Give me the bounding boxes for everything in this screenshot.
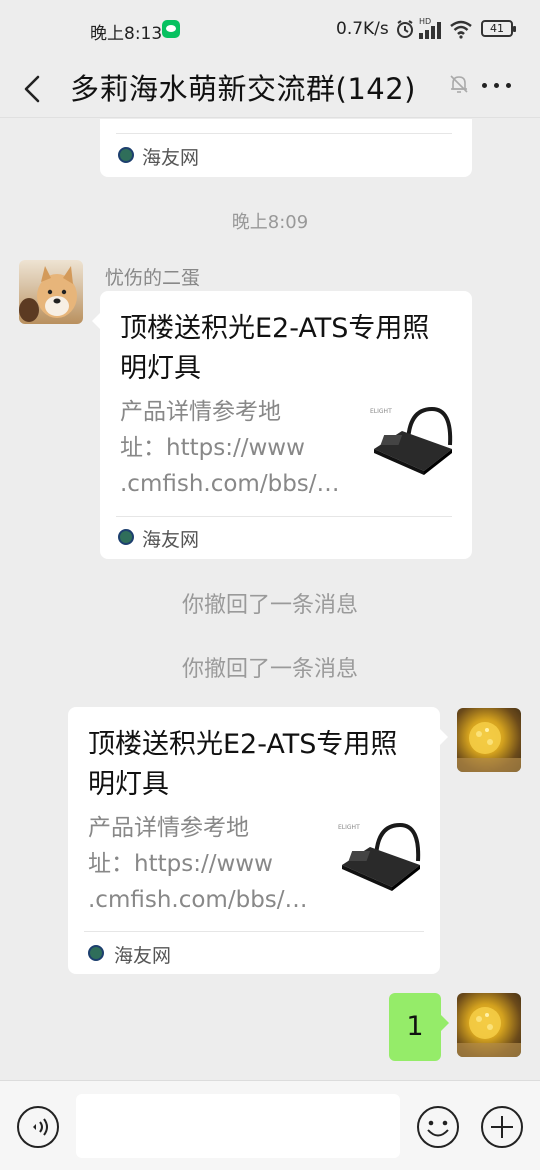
message-input[interactable] — [76, 1094, 400, 1158]
more-options-button[interactable] — [480, 69, 514, 99]
lamp-thumbnail-icon: ELIGHT — [368, 397, 454, 483]
card-desc-line: 址：https://www — [120, 435, 305, 461]
status-bar: 晚上8:13 0.7K/s HD 41 — [0, 0, 540, 58]
card-title: 顶楼送积光E2-ATS专用照明灯具 — [120, 313, 430, 384]
svg-text:ELIGHT: ELIGHT — [370, 408, 392, 415]
chat-header: 多莉海水萌新交流群(142) — [0, 58, 540, 118]
voice-icon — [17, 1106, 59, 1148]
emoji-button[interactable] — [416, 1105, 460, 1149]
more-functions-button[interactable] — [480, 1105, 524, 1149]
source-logo-icon — [118, 529, 134, 545]
emoji-icon — [417, 1106, 459, 1148]
message-list[interactable]: 海友网 晚上8:09 忧伤的二蛋 顶楼送积光E2-ATS专用照明灯具 产品详情参… — [0, 119, 540, 1080]
more-dot — [506, 83, 511, 88]
message-timestamp: 晚上8:09 — [231, 212, 309, 233]
recall-notice: 你撤回了一条消息 — [181, 657, 358, 682]
coral-avatar-icon — [457, 1007, 521, 1057]
text-message-self[interactable]: 1 — [389, 993, 449, 1061]
shiba-avatar-icon — [19, 266, 77, 322]
card-source: 海友网 — [142, 529, 200, 551]
card-source: 海友网 — [142, 147, 200, 169]
network-speed: 0.7K/s — [336, 19, 389, 39]
card-desc-line: .cmfish.com/bbs/… — [120, 471, 340, 497]
lamp-thumbnail-icon: ELIGHT — [336, 813, 422, 899]
avatar[interactable] — [19, 260, 83, 324]
plus-icon — [481, 1106, 523, 1148]
input-bar — [0, 1080, 540, 1170]
card-desc-line: .cmfish.com/bbs/… — [88, 887, 308, 913]
more-dot — [494, 83, 499, 88]
self-avatar[interactable] — [457, 993, 521, 1057]
wechat-notification-icon — [162, 20, 180, 38]
link-card-message[interactable]: 顶楼送积光E2-ATS专用照明灯具 产品详情参考地 址：https://www … — [92, 291, 472, 559]
card-source: 海友网 — [114, 945, 172, 967]
link-card-partial[interactable]: 海友网 — [100, 119, 472, 177]
alarm-icon — [397, 20, 413, 38]
card-divider — [116, 516, 452, 517]
chat-title: 多莉海水萌新交流群(142) — [70, 72, 416, 106]
battery-level: 41 — [490, 22, 504, 35]
status-time: 晚上8:13 — [90, 24, 163, 44]
voice-input-button[interactable] — [16, 1105, 60, 1149]
self-avatar[interactable] — [457, 708, 521, 772]
card-description: 产品详情参考地 址：https://www .cmfish.com/bbs/… — [120, 394, 356, 502]
message-text: 1 — [406, 1011, 424, 1042]
mute-bell-icon — [450, 75, 468, 93]
battery-indicator: 41 — [481, 20, 516, 37]
more-dots-icon — [482, 83, 487, 88]
svg-text:ELIGHT: ELIGHT — [338, 824, 360, 831]
recall-notice: 你撤回了一条消息 — [181, 593, 358, 618]
status-icons: HD 41 — [393, 17, 516, 43]
source-logo-icon — [118, 147, 134, 163]
card-desc-line: 产品详情参考地 — [88, 815, 249, 841]
card-description: 产品详情参考地 址：https://www .cmfish.com/bbs/… — [88, 810, 324, 918]
link-card-message-self[interactable]: 顶楼送积光E2-ATS专用照明灯具 产品详情参考地 址：https://www … — [68, 707, 448, 974]
card-divider — [84, 931, 424, 932]
back-arrow-icon — [24, 75, 40, 103]
signal-icon — [419, 22, 441, 39]
sender-name: 忧伤的二蛋 — [105, 267, 201, 289]
source-logo-icon — [88, 945, 104, 961]
wifi-icon — [450, 20, 472, 39]
card-desc-line: 产品详情参考地 — [120, 399, 281, 425]
back-button[interactable] — [14, 68, 54, 108]
card-divider — [116, 133, 452, 134]
coral-avatar-icon — [457, 722, 521, 772]
card-desc-line: 址：https://www — [88, 851, 273, 877]
card-title: 顶楼送积光E2-ATS专用照明灯具 — [88, 729, 398, 800]
